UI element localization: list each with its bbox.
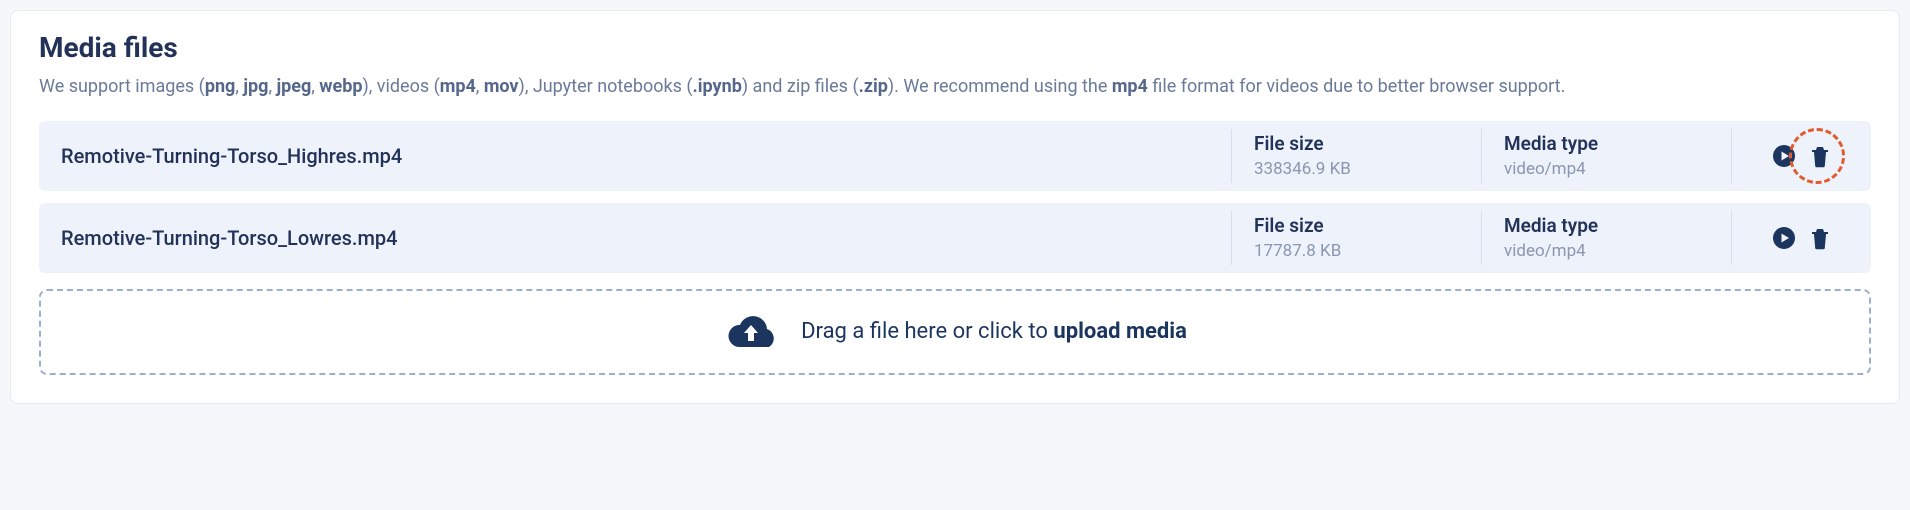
- file-actions: [1731, 211, 1871, 265]
- section-description: We support images (png, jpg, jpeg, webp)…: [39, 72, 1871, 103]
- file-size-label: File size: [1254, 214, 1459, 237]
- media-type-cell: Media type video/mp4: [1481, 129, 1731, 183]
- play-button[interactable]: [1772, 226, 1796, 250]
- file-row: Remotive-Turning-Torso_Lowres.mp4 File s…: [39, 203, 1871, 273]
- delete-button[interactable]: [1808, 144, 1832, 168]
- trash-icon: [1809, 144, 1831, 168]
- file-size-label: File size: [1254, 132, 1459, 155]
- delete-button[interactable]: [1808, 226, 1832, 250]
- media-type-label: Media type: [1504, 132, 1709, 155]
- file-size-cell: File size 338346.9 KB: [1231, 129, 1481, 183]
- file-name: Remotive-Turning-Torso_Lowres.mp4: [39, 211, 1231, 265]
- section-title: Media files: [39, 31, 1871, 64]
- cloud-upload-icon: [723, 311, 779, 353]
- file-size-value: 338346.9 KB: [1254, 159, 1459, 179]
- file-size-cell: File size 17787.8 KB: [1231, 211, 1481, 265]
- file-actions: [1731, 129, 1871, 183]
- file-row: Remotive-Turning-Torso_Highres.mp4 File …: [39, 121, 1871, 191]
- play-button[interactable]: [1772, 144, 1796, 168]
- media-files-panel: Media files We support images (png, jpg,…: [10, 10, 1900, 404]
- trash-icon: [1809, 226, 1831, 250]
- media-type-value: video/mp4: [1504, 159, 1709, 179]
- media-type-value: video/mp4: [1504, 241, 1709, 261]
- dropzone-text: Drag a file here or click to upload medi…: [801, 319, 1187, 344]
- upload-dropzone[interactable]: Drag a file here or click to upload medi…: [39, 289, 1871, 375]
- media-type-label: Media type: [1504, 214, 1709, 237]
- file-name: Remotive-Turning-Torso_Highres.mp4: [39, 129, 1231, 183]
- media-type-cell: Media type video/mp4: [1481, 211, 1731, 265]
- file-size-value: 17787.8 KB: [1254, 241, 1459, 261]
- play-icon: [1772, 144, 1796, 168]
- play-icon: [1772, 226, 1796, 250]
- file-list: Remotive-Turning-Torso_Highres.mp4 File …: [39, 121, 1871, 273]
